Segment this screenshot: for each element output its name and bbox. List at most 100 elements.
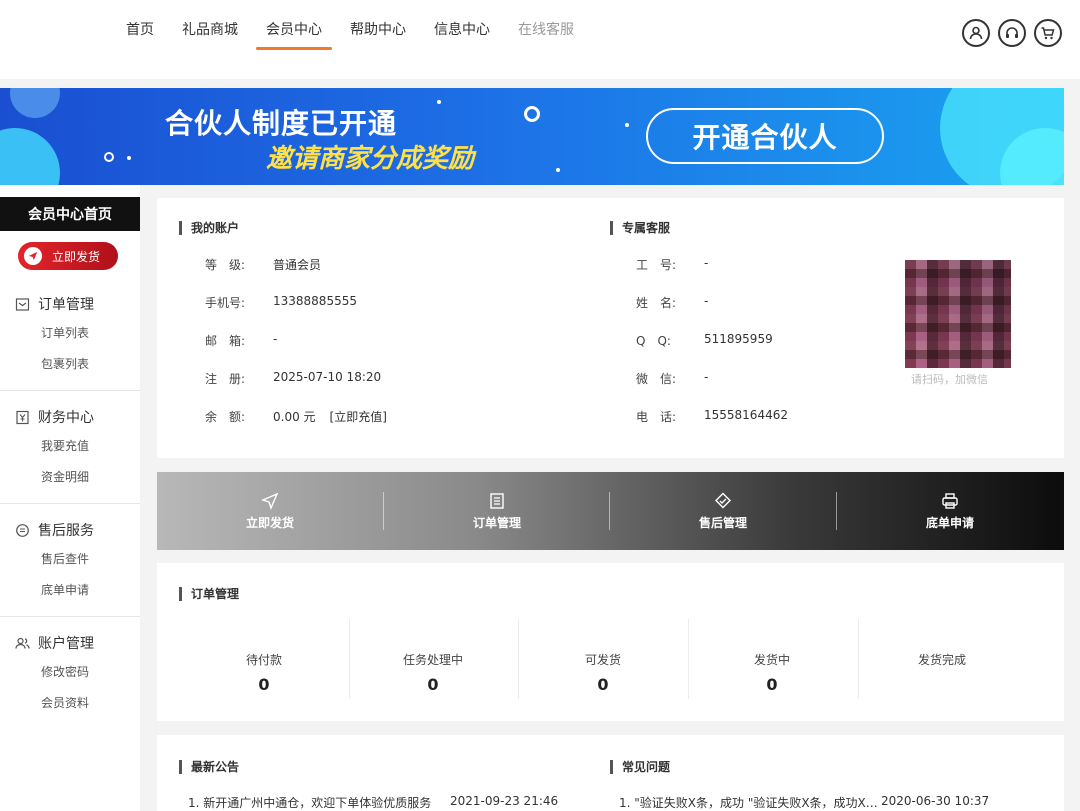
banner-blob <box>0 128 60 185</box>
nav-online-service[interactable]: 在线客服 <box>518 16 574 50</box>
top-navbar: 首页 礼品商城 会员中心 帮助中心 信息中心 在线客服 <box>0 0 1080 79</box>
faq-date: 2020-06-30 10:37 <box>881 794 990 808</box>
field-value: 0.00 元 <box>273 410 316 424</box>
field-label: Q Q: <box>636 334 671 348</box>
send-icon <box>261 492 279 510</box>
sidebar-group-after-sale: 售后服务 售后查件 底单申请 <box>0 518 140 606</box>
account-email-row: 邮 箱: - <box>205 332 277 349</box>
nav-member-center[interactable]: 会员中心 <box>256 16 332 50</box>
sidebar-item-recharge[interactable]: 我要充值 <box>0 431 140 462</box>
field-label: 手机号: <box>205 296 246 310</box>
service-phone-row: 电 话: 15558164462 <box>636 408 788 425</box>
after-sale-icon <box>715 492 731 508</box>
headset-icon[interactable] <box>998 19 1026 47</box>
account-register-row: 注 册: 2025-07-10 18:20 <box>205 370 381 387</box>
field-value: 普通会员 <box>273 258 322 272</box>
stat-processing[interactable]: 任务处理中 0 <box>348 651 518 694</box>
field-value: - <box>704 256 709 270</box>
stat-shipped[interactable]: 发货完成 <box>857 651 1027 675</box>
field-value: - <box>704 370 709 384</box>
account-icon <box>15 637 30 649</box>
field-label: 余 额: <box>205 410 246 424</box>
service-id-row: 工 号: - <box>636 256 708 273</box>
sidebar-group-title[interactable]: 账户管理 <box>0 631 140 655</box>
faq-section-title: 常见问题 <box>610 759 670 775</box>
sidebar-item-receipt-request[interactable]: 底单申请 <box>0 575 140 606</box>
field-value: - <box>704 294 709 308</box>
quick-receipt-request[interactable]: 底单申请 <box>837 472 1063 550</box>
banner-ring <box>104 152 114 162</box>
sidebar-group-label: 财务中心 <box>38 410 94 426</box>
stat-value: 0 <box>597 675 609 694</box>
sidebar-item-package-list[interactable]: 包裹列表 <box>0 349 140 380</box>
field-label: 注 册: <box>205 372 246 386</box>
service-section-title: 专属客服 <box>610 220 670 236</box>
ship-now-button[interactable]: 立即发货 <box>18 242 118 270</box>
finance-icon <box>16 410 29 424</box>
nav-info-center[interactable]: 信息中心 <box>434 16 490 50</box>
banner-subtitle: 邀请商家分成奖励 <box>266 144 475 174</box>
field-value: 13388885555 <box>273 294 357 308</box>
ship-now-label: 立即发货 <box>52 249 101 264</box>
service-icon <box>16 523 29 537</box>
banner-dot <box>556 168 560 172</box>
cart-icon[interactable] <box>1034 19 1062 47</box>
banner-dot <box>127 156 131 160</box>
service-wechat-row: 微 信: - <box>636 370 708 387</box>
sidebar-divider <box>0 616 140 617</box>
sidebar-group-title[interactable]: 订单管理 <box>0 292 140 316</box>
partner-banner[interactable]: 合伙人制度已开通 邀请商家分成奖励 开通合伙人 <box>0 88 1064 185</box>
quick-after-sale[interactable]: 售后管理 <box>610 472 836 550</box>
stat-shipping[interactable]: 发货中 0 <box>687 651 857 694</box>
wechat-qr-code <box>905 260 1011 368</box>
sidebar-group-orders: 订单管理 订单列表 包裹列表 <box>0 292 140 380</box>
account-panel: 我的账户 等 级: 普通会员 手机号: 13388885555 邮 箱: - 注 册:… <box>157 198 1064 458</box>
sidebar: 会员中心首页 立即发货 订单管理 订单列表 包裹列表 财务中心 我要充值 资金明… <box>0 185 140 811</box>
order-section-title: 订单管理 <box>179 586 239 602</box>
faq-item[interactable]: 1. "验证失败X条，成功 "验证失败X条，成功X条" 2020-06-30 1… <box>619 794 1019 811</box>
sidebar-item-order-list[interactable]: 订单列表 <box>0 318 140 349</box>
service-name-row: 姓 名: - <box>636 294 708 311</box>
field-value: - <box>273 332 278 346</box>
field-value: 2025-07-10 18:20 <box>273 370 382 384</box>
sidebar-item-change-password[interactable]: 修改密码 <box>0 657 140 688</box>
main-nav: 首页 礼品商城 会员中心 帮助中心 信息中心 在线客服 <box>112 16 588 50</box>
sidebar-item-fund-detail[interactable]: 资金明细 <box>0 462 140 493</box>
quick-action-bar: 立即发货 订单管理 售后管理 底单申请 <box>157 472 1064 550</box>
stat-ready-to-ship[interactable]: 可发货 0 <box>518 651 688 694</box>
field-label: 姓 名: <box>636 296 677 310</box>
sidebar-divider <box>0 390 140 391</box>
quick-ship-now[interactable]: 立即发货 <box>157 472 383 550</box>
notice-section-title: 最新公告 <box>179 759 239 775</box>
sidebar-group-label: 售后服务 <box>38 523 94 539</box>
stat-label: 发货完成 <box>917 653 966 667</box>
sidebar-group-title[interactable]: 售后服务 <box>0 518 140 542</box>
banner-title: 合伙人制度已开通 <box>165 107 398 140</box>
order-icon <box>15 297 30 311</box>
qr-caption: 请扫码，加微信 <box>911 373 988 386</box>
nav-help-center[interactable]: 帮助中心 <box>350 16 406 50</box>
sidebar-item-member-profile[interactable]: 会员资料 <box>0 688 140 719</box>
field-label: 邮 箱: <box>205 334 246 348</box>
field-value: 15558164462 <box>704 408 788 422</box>
user-icon[interactable] <box>962 19 990 47</box>
sidebar-home[interactable]: 会员中心首页 <box>0 197 140 231</box>
nav-home[interactable]: 首页 <box>126 16 154 50</box>
field-label: 等 级: <box>205 258 246 272</box>
nav-gift-mall[interactable]: 礼品商城 <box>182 16 238 50</box>
stat-pending-payment[interactable]: 待付款 0 <box>179 651 349 694</box>
notice-item[interactable]: 1. 新开通广州中通仓，欢迎下单体验优质服务 2021-09-23 21:46 <box>188 794 588 811</box>
field-value: 511895959 <box>704 332 773 346</box>
stat-value: 0 <box>766 675 778 694</box>
printer-icon <box>942 492 958 509</box>
sidebar-item-after-sale-query[interactable]: 售后查件 <box>0 544 140 575</box>
sidebar-group-title[interactable]: 财务中心 <box>0 405 140 429</box>
sidebar-group-finance: 财务中心 我要充值 资金明细 <box>0 405 140 493</box>
list-icon <box>490 492 504 509</box>
open-partner-button[interactable]: 开通合伙人 <box>646 108 884 164</box>
recharge-link[interactable]: [立即充值] <box>330 408 387 425</box>
send-icon <box>24 247 42 265</box>
quick-order-manage[interactable]: 订单管理 <box>384 472 610 550</box>
sidebar-group-label: 账户管理 <box>38 636 94 652</box>
quick-label: 立即发货 <box>245 515 294 530</box>
